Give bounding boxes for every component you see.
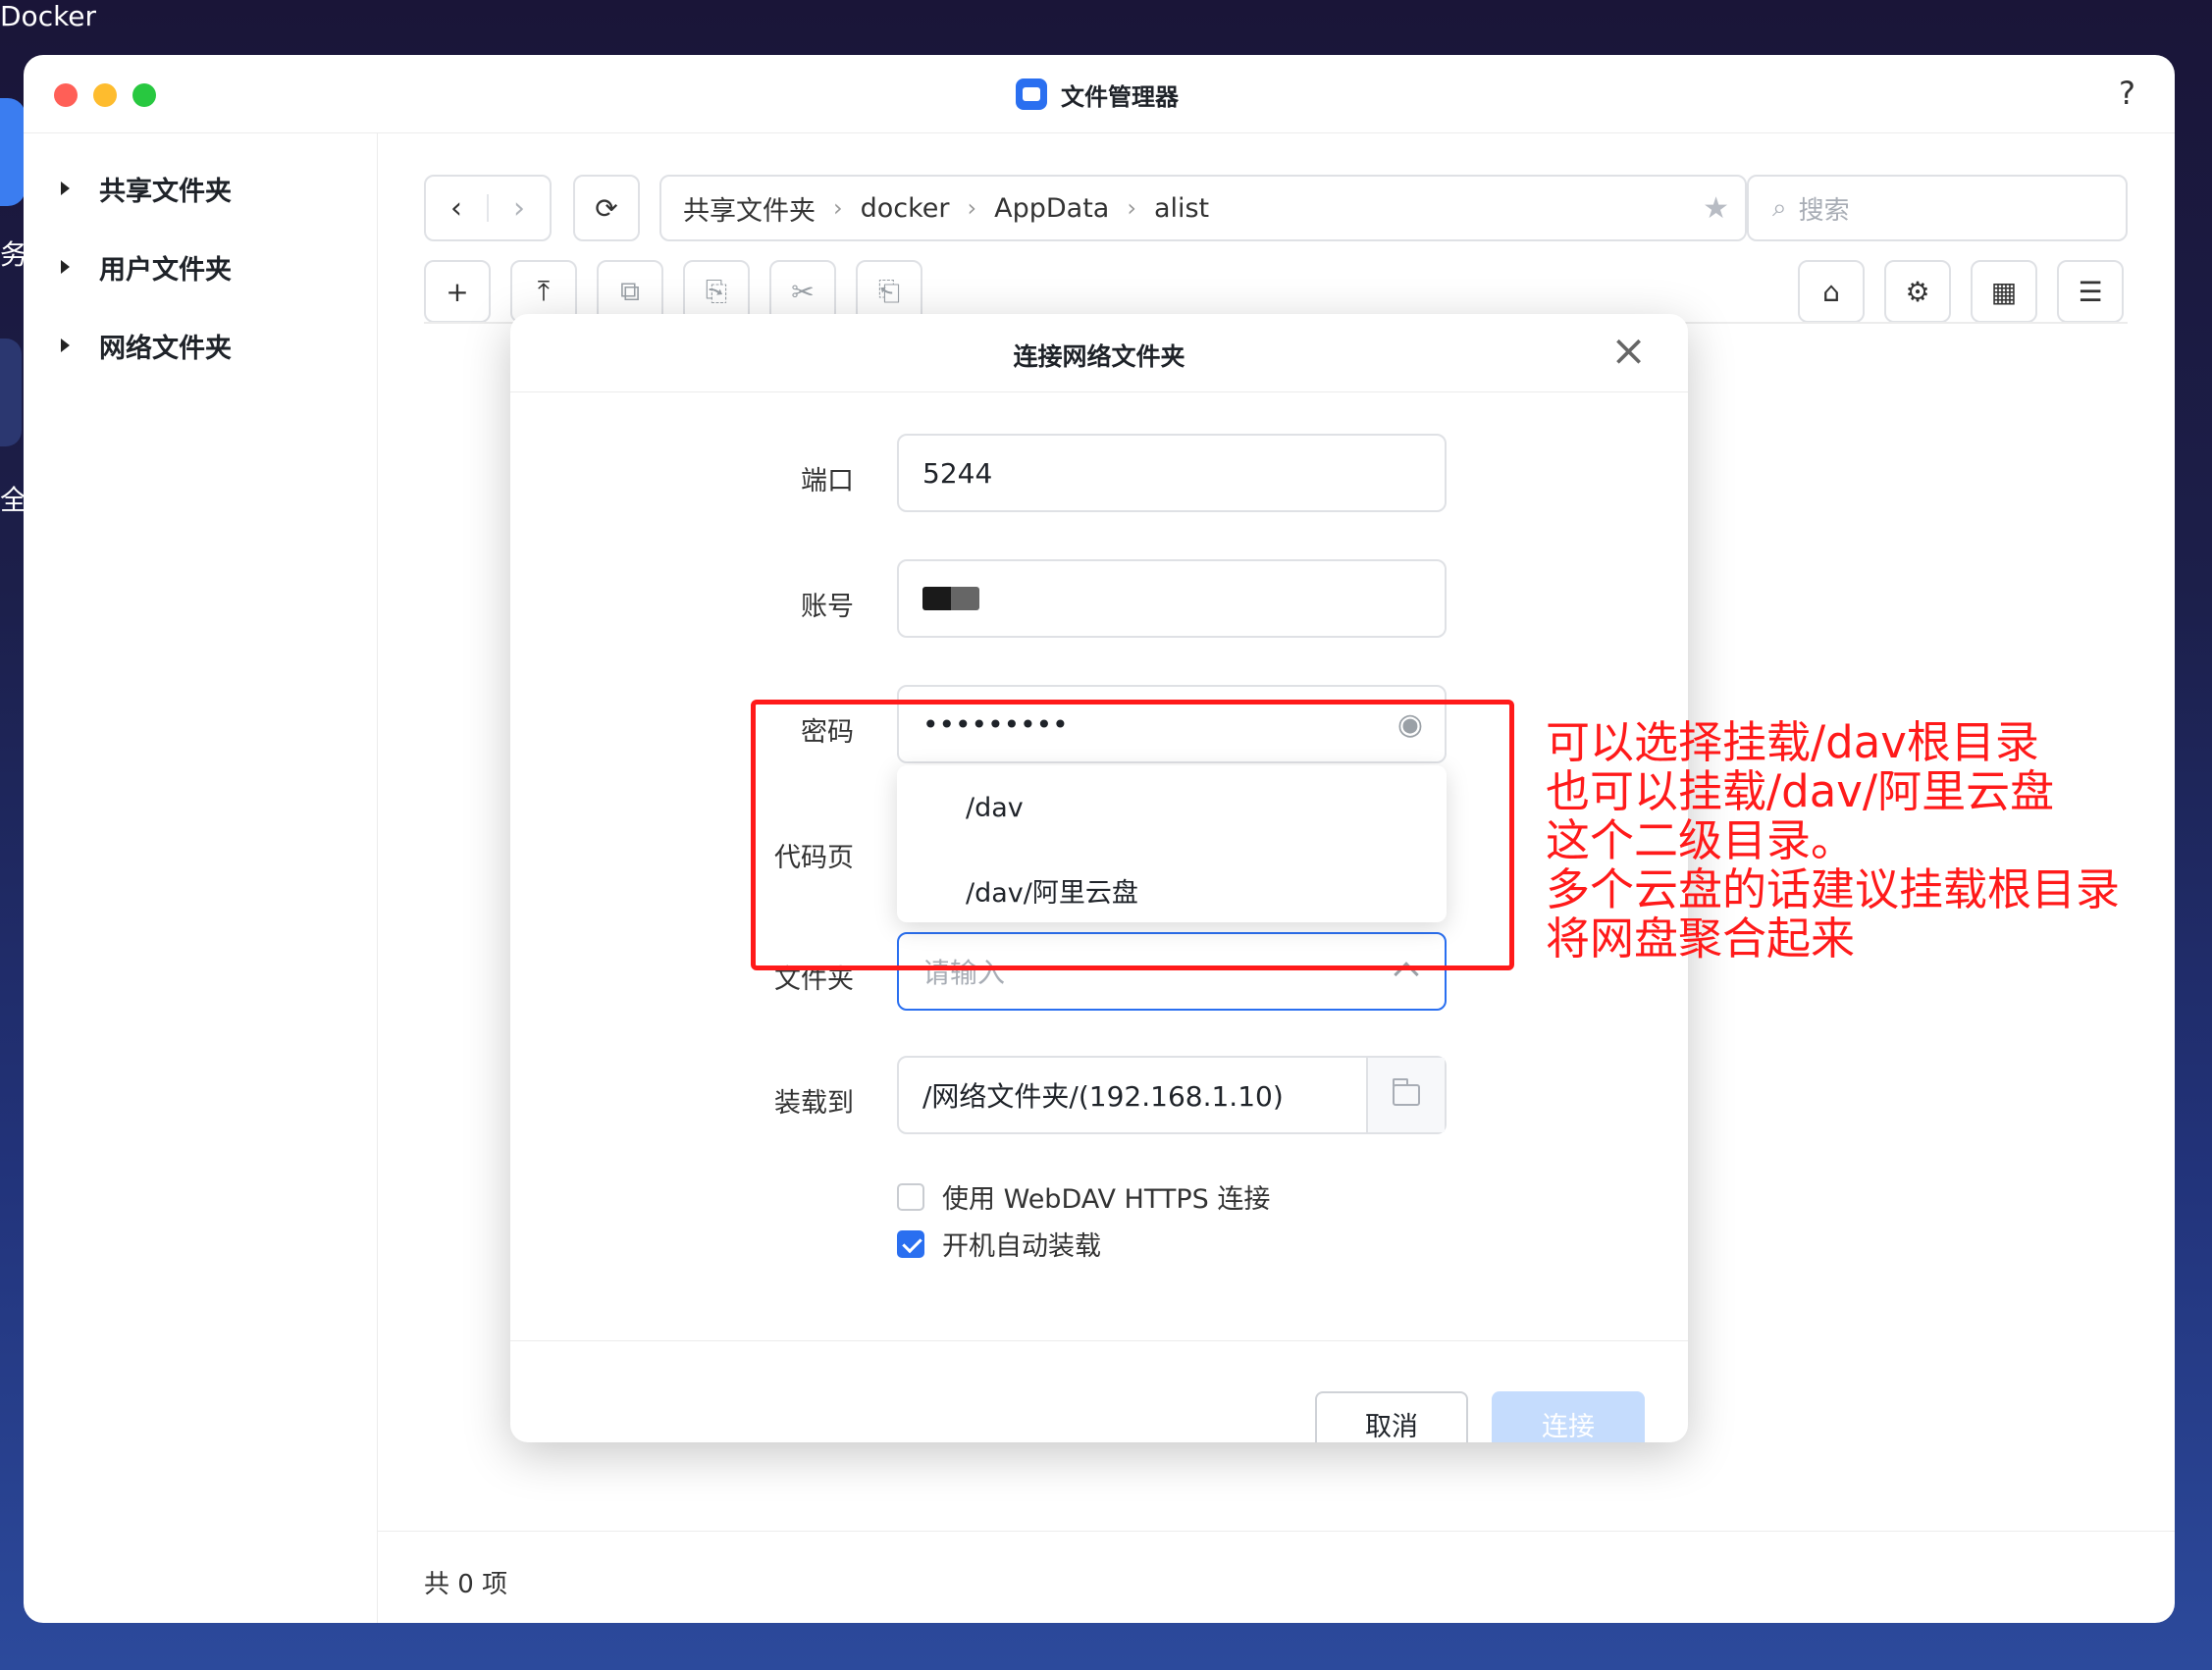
redacted-account (922, 587, 979, 610)
mount-label: 装载到 (774, 1088, 854, 1119)
sidebar-item-shared-folders[interactable]: 共享文件夹 (61, 169, 232, 208)
move-icon: ⎗ (877, 275, 901, 307)
sidebar-item-label: 用户文件夹 (99, 254, 232, 286)
port-label: 端口 (801, 466, 854, 496)
mount-path-field[interactable]: /网络文件夹/(192.168.1.10) (897, 1056, 1447, 1134)
drive-menu-button[interactable]: ⌂ (1798, 260, 1865, 323)
mount-path-value: /网络文件夹/(192.168.1.10) (922, 1080, 1284, 1113)
back-icon[interactable]: ‹ (426, 191, 487, 226)
status-bar: 共 0 项 (378, 1531, 2175, 1623)
https-option[interactable]: 使用 WebDAV HTTPS 连接 (897, 1177, 1270, 1216)
gear-icon: ⚙ (1905, 275, 1930, 308)
breadcrumb-item[interactable]: docker (861, 193, 950, 224)
chevron-right-icon: › (1127, 194, 1136, 222)
search-icon: ⌕ (1772, 192, 1787, 223)
sidebar-item-label: 网络文件夹 (99, 333, 232, 364)
dialog-footer-divider (510, 1340, 1688, 1341)
annotation-highlight-box (751, 700, 1514, 970)
expand-caret-icon[interactable] (61, 260, 70, 274)
desktop-app-icon[interactable] (0, 98, 26, 206)
breadcrumb-item[interactable]: 共享文件夹 (683, 189, 816, 228)
search-input[interactable]: ⌕ 搜索 (1747, 175, 2128, 241)
paste-icon: ⎘ (705, 275, 728, 307)
new-button[interactable]: + (424, 260, 491, 323)
upload-icon: ⤒ (537, 275, 551, 307)
forward-icon[interactable]: › (489, 191, 550, 226)
dialog-header: 连接网络文件夹 × (510, 314, 1688, 392)
port-value: 5244 (922, 456, 993, 490)
sidebar-item-label: 共享文件夹 (99, 176, 232, 207)
sidebar-item-network-folders[interactable]: 网络文件夹 (61, 326, 232, 365)
refresh-button[interactable]: ⟳ (573, 175, 640, 241)
browse-folder-button[interactable] (1366, 1058, 1445, 1132)
history-nav: ‹ › (424, 175, 552, 241)
drive-icon: ⌂ (1822, 275, 1840, 308)
file-manager-app-icon (1016, 78, 1047, 110)
minimize-window-button[interactable] (93, 83, 117, 107)
grid-view-icon: ▦ (1990, 275, 2018, 308)
https-checkbox[interactable] (897, 1182, 924, 1211)
app-title: 文件管理器 (1016, 77, 1179, 112)
automount-label: 开机自动装载 (942, 1231, 1101, 1262)
annotation-text: 可以选择挂载/dav根目录 也可以挂载/dav/阿里云盘 这个二级目录。 多个云… (1546, 716, 2121, 965)
sort-icon: ☰ (2078, 275, 2103, 308)
item-count: 共 0 项 (424, 1570, 508, 1599)
view-mode-button[interactable]: ▦ (1971, 260, 2037, 323)
copy-icon: ⧉ (620, 275, 640, 307)
dialog-title: 连接网络文件夹 (1013, 342, 1185, 371)
expand-caret-icon[interactable] (61, 182, 70, 195)
help-button[interactable]: ? (2119, 75, 2135, 112)
account-field[interactable] (897, 559, 1447, 638)
https-label: 使用 WebDAV HTTPS 连接 (942, 1184, 1271, 1215)
account-label: 账号 (801, 592, 854, 622)
desktop-app-label: Docker (0, 0, 97, 32)
maximize-window-button[interactable] (132, 83, 156, 107)
close-icon[interactable]: × (1610, 326, 1647, 376)
settings-button[interactable]: ⚙ (1884, 260, 1951, 323)
automount-checkbox[interactable] (897, 1229, 924, 1258)
breadcrumb-item[interactable]: AppData (994, 193, 1109, 224)
chevron-right-icon: › (967, 194, 977, 222)
cancel-button[interactable]: 取消 (1315, 1391, 1468, 1442)
automount-option[interactable]: 开机自动装载 (897, 1225, 1101, 1263)
refresh-icon: ⟳ (595, 191, 618, 225)
search-placeholder: 搜索 (1798, 195, 1850, 226)
favorite-star-icon[interactable]: ★ (1703, 191, 1729, 226)
breadcrumb: 共享文件夹 › docker › AppData › alist ★ (659, 175, 1747, 241)
plus-icon: + (446, 275, 469, 308)
folder-icon (1393, 1078, 1420, 1106)
expand-caret-icon[interactable] (61, 339, 70, 352)
sidebar: 共享文件夹 用户文件夹 网络文件夹 (24, 133, 378, 1623)
title-bar: 文件管理器 ? (24, 55, 2175, 133)
breadcrumb-item[interactable]: alist (1154, 193, 1209, 224)
sidebar-item-user-folders[interactable]: 用户文件夹 (61, 247, 232, 287)
connect-button[interactable]: 连接 (1492, 1391, 1645, 1442)
sort-button[interactable]: ☰ (2057, 260, 2124, 323)
desktop-app-icon-2[interactable] (0, 339, 22, 446)
chevron-right-icon: › (833, 194, 843, 222)
close-window-button[interactable] (54, 83, 78, 107)
port-field[interactable]: 5244 (897, 434, 1447, 512)
scissors-icon: ✂ (791, 275, 815, 308)
app-title-text: 文件管理器 (1061, 82, 1179, 111)
